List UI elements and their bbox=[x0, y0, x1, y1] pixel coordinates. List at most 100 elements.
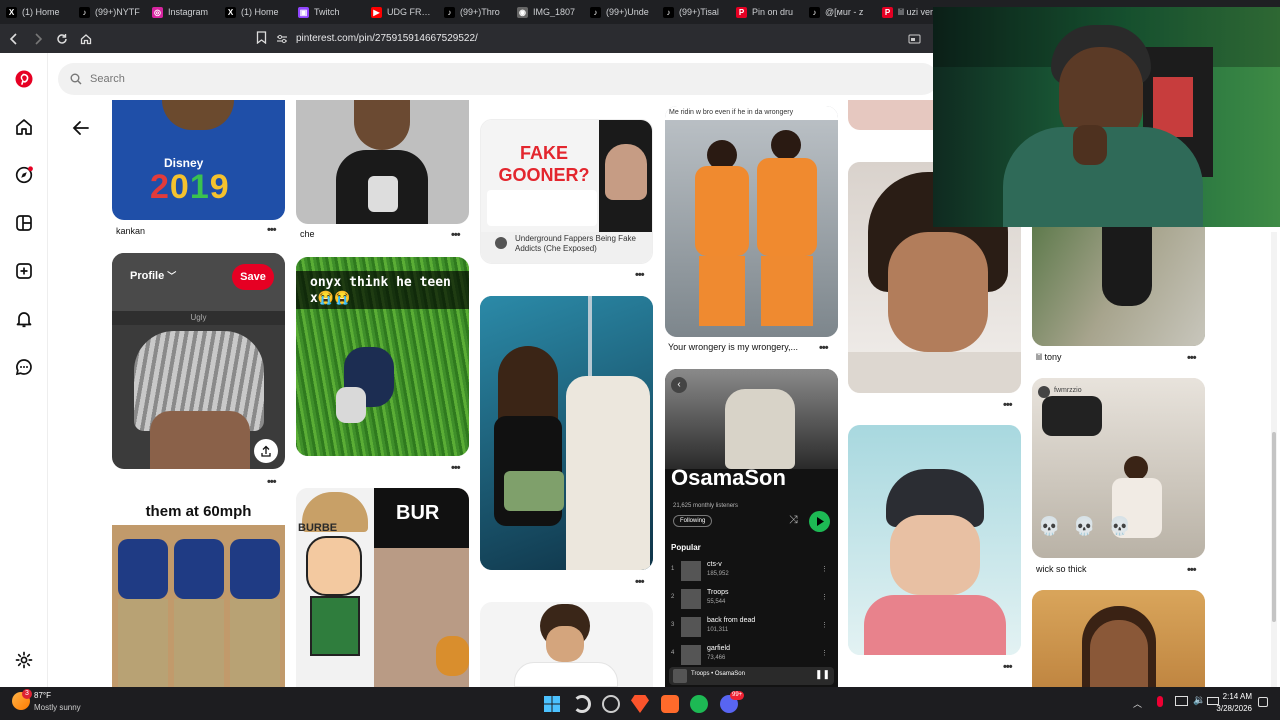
reload-icon[interactable] bbox=[52, 29, 72, 49]
more-options-icon[interactable]: ••• bbox=[635, 576, 645, 588]
weather-temp[interactable]: 87°F bbox=[34, 691, 51, 700]
skull-emojis: 💀 💀 💀 bbox=[1038, 516, 1136, 536]
microphone-icon[interactable] bbox=[1157, 696, 1163, 707]
pin-caption[interactable]: che bbox=[300, 229, 315, 239]
pin-image[interactable] bbox=[480, 296, 653, 570]
pinterest-logo-icon[interactable] bbox=[14, 69, 34, 89]
more-options-icon[interactable]: ••• bbox=[451, 462, 461, 474]
pin-caption[interactable]: Your wrongery is my wrongery,... bbox=[668, 342, 798, 352]
pin-image[interactable]: Disney 2019 bbox=[112, 100, 285, 220]
more-options-icon[interactable]: ••• bbox=[1003, 661, 1013, 673]
cast-icon[interactable] bbox=[908, 32, 921, 50]
scrollbar-thumb[interactable] bbox=[1272, 432, 1276, 622]
search-input[interactable]: Search bbox=[58, 63, 938, 95]
app-icon[interactable] bbox=[661, 695, 679, 713]
browser-tab[interactable]: ▶ UDG FRESH bbox=[365, 0, 438, 24]
browser-tab-label: (99+)Unde bbox=[606, 7, 649, 17]
site-settings-icon[interactable] bbox=[276, 34, 288, 44]
youtube-icon: ▶ bbox=[371, 6, 382, 18]
pin-image[interactable]: onyx think he teen x😭😭 bbox=[296, 257, 469, 456]
chrome-icon[interactable] bbox=[602, 695, 620, 713]
browser-tab[interactable]: ◉ IMG_1807 bbox=[511, 0, 584, 24]
address-bar[interactable]: pinterest.com/pin/275915914667529522/ bbox=[276, 28, 916, 49]
pin-image[interactable]: them at 60mph bbox=[112, 499, 285, 687]
browser-tab[interactable]: ◎ Instagram bbox=[146, 0, 219, 24]
explore-compass-icon[interactable] bbox=[14, 165, 34, 185]
pin-caption[interactable]: kankan bbox=[116, 226, 145, 236]
page-scrollbar[interactable] bbox=[1271, 232, 1277, 687]
boards-icon[interactable] bbox=[14, 213, 34, 233]
track-plays: 73,466 bbox=[707, 655, 726, 661]
browser-tab-label: (99+)Tisal bbox=[679, 7, 719, 17]
more-options-icon[interactable]: ••• bbox=[451, 229, 461, 241]
settings-gear-icon[interactable] bbox=[14, 650, 34, 670]
back-arrow-button[interactable] bbox=[70, 117, 92, 139]
windows-start-icon[interactable] bbox=[543, 695, 561, 713]
save-button[interactable]: Save bbox=[232, 264, 274, 290]
chevron-up-icon[interactable]: ︿ bbox=[1133, 697, 1142, 710]
more-options-icon[interactable]: ••• bbox=[267, 476, 277, 488]
browser-tab[interactable]: P Pin on dru bbox=[730, 0, 803, 24]
pin-image[interactable]: BURBE BUR bbox=[296, 488, 469, 687]
tiktok-icon: ♪ bbox=[444, 6, 455, 18]
monthly-listeners: 21,625 monthly listeners bbox=[673, 503, 739, 509]
browser-tab[interactable]: ♪ @[мur - z bbox=[803, 0, 876, 24]
track-more-icon: ⋮ bbox=[821, 594, 828, 601]
clock-time[interactable]: 2:14 AM bbox=[1222, 692, 1252, 701]
more-options-icon[interactable]: ••• bbox=[819, 342, 829, 354]
volume-icon[interactable]: 🔉 bbox=[1193, 695, 1205, 706]
pin-image-text: 2019 bbox=[150, 168, 230, 206]
more-options-icon[interactable]: ••• bbox=[1187, 564, 1197, 576]
browser-tab[interactable]: X (1) Home bbox=[219, 0, 292, 24]
more-options-icon[interactable]: ••• bbox=[267, 224, 277, 236]
pin-image[interactable] bbox=[848, 425, 1021, 655]
twitch-icon: ▣ bbox=[298, 6, 309, 18]
browser-tab-label: Twitch bbox=[314, 7, 340, 17]
more-options-icon[interactable]: ••• bbox=[1187, 352, 1197, 364]
track-number: 3 bbox=[671, 622, 675, 628]
pin-image[interactable]: fwmrzzio 💀 💀 💀 bbox=[1032, 378, 1205, 558]
left-arrow-icon bbox=[72, 121, 89, 135]
track-plays: 101,311 bbox=[707, 627, 729, 633]
notification-center-icon[interactable] bbox=[1258, 697, 1268, 707]
weather-condition[interactable]: Mostly sunny bbox=[34, 703, 81, 712]
pin-image[interactable]: Me ridin w bro even if he in da wrongery bbox=[665, 106, 838, 337]
pin-image[interactable] bbox=[848, 100, 938, 130]
messages-icon[interactable] bbox=[14, 357, 34, 377]
browser-tab[interactable]: ♪ (99+)Unde bbox=[584, 0, 657, 24]
pin-image-hovered[interactable]: Ugly Profile ﹀ Save bbox=[112, 253, 285, 469]
notifications-bell-icon[interactable] bbox=[14, 309, 34, 329]
globe-icon: ◉ bbox=[517, 6, 528, 18]
more-options-icon[interactable]: ••• bbox=[1003, 399, 1013, 411]
browser-tab[interactable]: ♪ (99+)Thro bbox=[438, 0, 511, 24]
spotify-screenshot-pin[interactable]: ‹ OsamaSon 21,625 monthly listeners Foll… bbox=[665, 369, 838, 687]
browser-tab[interactable]: ♪ (99+)Tisal bbox=[657, 0, 730, 24]
home-nav-icon[interactable] bbox=[14, 117, 34, 137]
pin-image[interactable] bbox=[480, 602, 653, 687]
profile-dropdown[interactable]: Profile ﹀ bbox=[130, 269, 176, 282]
following-button: Following bbox=[673, 515, 713, 527]
home-icon[interactable] bbox=[76, 29, 96, 49]
pin-caption[interactable]: wick so thick bbox=[1036, 564, 1087, 574]
create-plus-icon[interactable] bbox=[14, 261, 34, 281]
pin-image[interactable] bbox=[296, 100, 469, 224]
browser-tab[interactable]: ▣ Twitch bbox=[292, 0, 365, 24]
browser-tab[interactable]: ♪ (99+)NYTF bbox=[73, 0, 146, 24]
browser-tab[interactable]: X (1) Home bbox=[0, 0, 73, 24]
pin-image[interactable]: FAKE GOONER? Underground Fappers Being F… bbox=[480, 119, 653, 264]
more-options-icon[interactable]: ••• bbox=[635, 269, 645, 281]
pin-caption[interactable]: lil tony bbox=[1036, 352, 1062, 362]
network-icon[interactable] bbox=[1175, 696, 1188, 706]
spotify-icon[interactable] bbox=[690, 695, 708, 713]
pin-image[interactable] bbox=[1032, 590, 1205, 687]
bookmark-icon[interactable] bbox=[256, 31, 267, 49]
share-button[interactable] bbox=[254, 439, 278, 463]
pinterest-icon: P bbox=[736, 6, 747, 18]
pin-image[interactable] bbox=[1032, 226, 1205, 346]
spotify-back-icon: ‹ bbox=[671, 377, 687, 393]
forward-arrow-icon[interactable] bbox=[28, 29, 48, 49]
clock-date[interactable]: 3/28/2026 bbox=[1212, 704, 1252, 713]
track-number: 4 bbox=[671, 650, 675, 656]
back-arrow-icon[interactable] bbox=[4, 29, 24, 49]
copilot-icon[interactable] bbox=[573, 695, 591, 713]
